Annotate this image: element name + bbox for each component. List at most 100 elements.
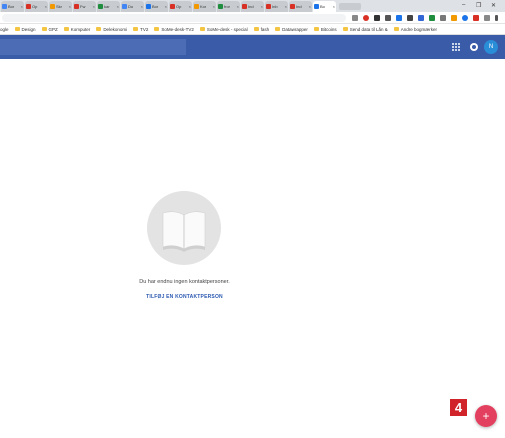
extension-icon[interactable] <box>451 15 457 21</box>
restore-button[interactable]: ❐ <box>476 2 481 9</box>
tab-close-icon[interactable]: × <box>69 4 71 9</box>
extension-icon[interactable] <box>440 15 446 21</box>
extension-icon[interactable] <box>407 15 413 21</box>
folder-icon <box>393 27 399 31</box>
tab-label: Bor <box>8 4 15 9</box>
bookmark-item[interactable]: Design <box>14 27 36 32</box>
browser-tab[interactable]: Bo × <box>313 1 336 12</box>
tab-close-icon[interactable]: × <box>309 4 311 9</box>
new-tab-button[interactable] <box>339 3 361 10</box>
add-contact-fab[interactable]: + <box>475 405 497 427</box>
tab-favicon-icon <box>170 4 175 9</box>
tab-close-icon[interactable]: × <box>213 4 215 9</box>
tab-close-icon[interactable]: × <box>45 4 47 9</box>
extension-icon[interactable] <box>473 15 479 21</box>
browser-tab[interactable]: Inb × <box>265 1 288 12</box>
star-icon[interactable] <box>352 15 358 21</box>
bookmark-label: TV2 <box>140 26 149 32</box>
bookmark-item[interactable]: Komputer <box>63 26 91 32</box>
address-bar[interactable] <box>2 14 346 22</box>
browser-tab[interactable]: Skr × <box>49 1 72 12</box>
bookmark-label: SoMe-desk-TV2 <box>161 26 194 32</box>
tab-close-icon[interactable]: × <box>93 4 95 9</box>
tab-close-icon[interactable]: × <box>141 4 143 9</box>
browser-tab[interactable]: Ind × <box>241 1 264 12</box>
tab-close-icon[interactable]: × <box>21 4 23 9</box>
bookmark-label: Komputer <box>70 26 91 32</box>
extension-icon[interactable] <box>429 15 435 21</box>
address-bar-row <box>0 12 505 24</box>
bookmark-item[interactable]: SoMe-desk - special <box>199 26 248 32</box>
tab-label: Op <box>176 4 182 9</box>
add-contact-link[interactable]: TILFØJ EN KONTAKTPERSON <box>0 294 369 300</box>
empty-state-illustration <box>147 191 221 265</box>
tab-favicon-icon <box>2 4 7 9</box>
browser-tab[interactable]: Op × <box>169 1 192 12</box>
bookmark-item[interactable]: ogle <box>0 27 9 32</box>
bookmark-item[interactable]: SoMe-desk-TV2 <box>154 27 194 32</box>
browser-tab[interactable]: Kor × <box>193 1 216 12</box>
bookmark-label: Andre bogmærker <box>400 26 437 32</box>
extension-icon[interactable] <box>363 15 369 21</box>
tab-close-icon[interactable]: × <box>165 4 167 9</box>
tab-label: Bo <box>320 4 325 9</box>
tab-close-icon[interactable]: × <box>285 4 287 9</box>
tab-close-icon[interactable]: × <box>261 4 263 9</box>
extension-icon[interactable] <box>374 15 380 21</box>
tab-close-icon[interactable]: × <box>117 4 119 9</box>
folder-icon <box>63 27 69 31</box>
tab-favicon-icon <box>50 4 55 9</box>
tab-label: Op <box>32 4 38 9</box>
bookmark-item[interactable]: GPZ <box>41 26 58 32</box>
browser-tab[interactable]: Bor × <box>145 1 168 12</box>
folder-icon <box>313 27 319 31</box>
folder-icon <box>199 27 205 31</box>
bookmark-label: Bitcoins <box>320 26 337 32</box>
browser-tab[interactable]: Do × <box>121 1 144 12</box>
avatar[interactable]: N <box>484 40 498 54</box>
bookmark-item[interactable]: Datawrapper <box>275 27 308 32</box>
extension-icon[interactable] <box>385 15 391 21</box>
apps-grid-icon[interactable] <box>452 43 460 51</box>
tab-favicon-icon <box>74 4 79 9</box>
tab-favicon-icon <box>26 4 31 9</box>
folder-icon <box>96 27 102 31</box>
tab-close-icon[interactable]: × <box>237 4 239 9</box>
menu-icon[interactable] <box>495 15 498 21</box>
step-number-badge: 4 <box>450 399 467 416</box>
bookmark-item[interactable]: Send data til Lån & <box>342 27 388 32</box>
browser-tab[interactable]: Bor × <box>1 1 24 12</box>
bookmark-item[interactable]: fash <box>253 27 269 32</box>
browser-tab[interactable]: Ind × <box>289 1 312 12</box>
tab-close-icon[interactable]: × <box>189 4 191 9</box>
bookmark-label: GPZ <box>48 26 58 32</box>
bookmark-label: SoMe-desk - special <box>206 26 248 32</box>
app-header: N <box>0 35 505 59</box>
tab-favicon-icon <box>242 4 247 9</box>
tab-label: Skr <box>56 4 62 9</box>
close-window-button[interactable]: ✕ <box>491 2 496 9</box>
bookmark-item[interactable]: Andre bogmærker <box>393 26 437 32</box>
bookmark-item[interactable]: Bitcoins <box>313 26 337 32</box>
tab-label: Fw <box>80 4 86 9</box>
browser-tab[interactable]: Op × <box>25 1 48 12</box>
settings-icon[interactable] <box>470 43 478 51</box>
bookmark-label: ogle <box>0 26 9 32</box>
extension-icon[interactable] <box>396 15 402 21</box>
folder-icon <box>133 27 139 31</box>
bookmark-label: Datawrapper <box>282 26 308 32</box>
tab-favicon-icon <box>218 4 223 9</box>
bookmark-item[interactable]: TV2 <box>133 27 148 32</box>
folder-icon <box>275 27 281 31</box>
tab-favicon-icon <box>194 4 199 9</box>
extension-icon[interactable] <box>462 15 468 21</box>
search-box[interactable] <box>0 39 186 55</box>
browser-tab[interactable]: fror × <box>217 1 240 12</box>
tab-close-icon[interactable]: × <box>333 4 335 9</box>
bookmark-item[interactable]: Delekonomi <box>96 27 127 32</box>
extension-icon[interactable] <box>418 15 424 21</box>
minimize-button[interactable]: – <box>462 2 465 8</box>
browser-tab[interactable]: Fw × <box>73 1 96 12</box>
extension-icon[interactable] <box>484 15 490 21</box>
browser-tab[interactable]: kar × <box>97 1 120 12</box>
